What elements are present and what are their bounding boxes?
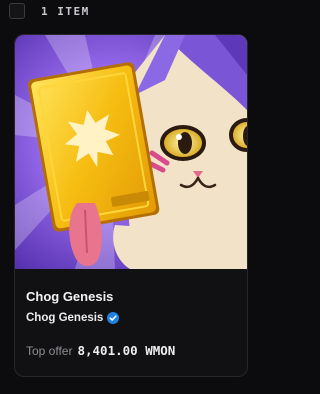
nft-artwork[interactable] [15, 35, 247, 269]
item-count-label: 1 ITEM [41, 4, 90, 18]
nft-title[interactable]: Chog Genesis [26, 289, 113, 304]
top-offer-row: Top offer 8,401.00 WMON [26, 343, 175, 358]
select-all-checkbox[interactable] [9, 3, 25, 19]
collection-link[interactable]: Chog Genesis [26, 312, 120, 324]
top-offer-value: 8,401.00 WMON [77, 343, 176, 358]
verified-badge-icon [107, 312, 120, 324]
collection-name[interactable]: Chog Genesis [26, 312, 103, 324]
top-offer-label: Top offer [26, 344, 73, 358]
artwork-illustration [15, 35, 247, 269]
nft-card[interactable]: Chog Genesis Chog Genesis Top offer 8,40… [14, 34, 248, 377]
selection-bar: 1 ITEM [9, 0, 90, 22]
